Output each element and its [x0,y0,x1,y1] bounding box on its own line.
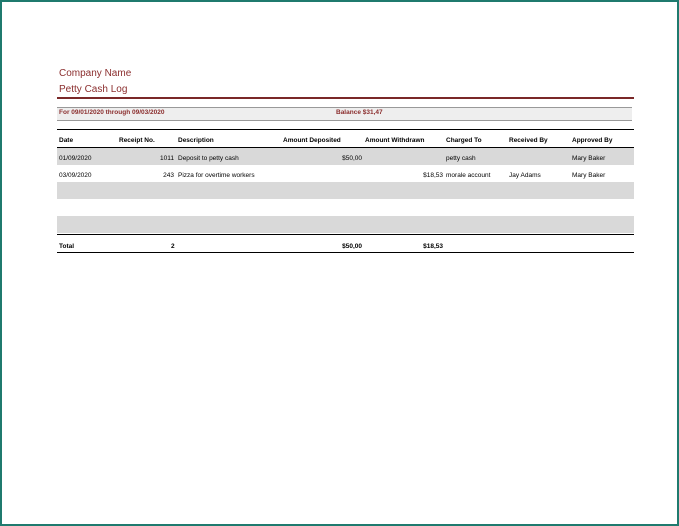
table-row-band [57,216,634,233]
column-header-amount-withdrawn: Amount Withdrawn [365,137,425,144]
total-deposited: $50,00 [342,243,362,250]
table-row-band [57,182,634,199]
table-row-1-description: Deposit to petty cash [178,155,239,162]
header-top-rule [57,129,634,130]
table-row-1-approved-by: Mary Baker [572,155,606,162]
page-frame: Company Name Petty Cash Log For 09/01/20… [0,0,679,526]
table-row-1-charged-to: petty cash [446,155,476,162]
total-receipt-count: 2 [171,243,175,250]
column-header-date: Date [59,137,74,144]
column-header-description: Description [178,137,214,144]
table-row-1-deposited: $50,00 [342,155,362,162]
table-row-1-date: 01/09/2020 [59,155,92,162]
total-label: Total [59,243,75,250]
period-range: For 09/01/2020 through 09/03/2020 [59,109,165,116]
table-row-2-description: Pizza for overtime workers [178,172,255,179]
column-header-charged-to: Charged To [446,137,482,144]
total-withdrawn: $18,53 [423,243,443,250]
column-header-approved-by: Approved By [572,137,613,144]
column-header-receipt: Receipt No. [119,137,155,144]
company-name: Company Name [59,68,132,79]
table-row-2-received-by: Jay Adams [509,172,541,179]
column-header-amount-deposited: Amount Deposited [283,137,341,144]
document-title: Petty Cash Log [59,84,128,95]
table-row-2-approved-by: Mary Baker [572,172,606,179]
column-header-received-by: Received By [509,137,548,144]
table-row-2-charged-to: morale account [446,172,491,179]
table-row-2-withdrawn: $18,53 [423,172,443,179]
title-divider [57,97,634,99]
total-bottom-rule [57,252,634,253]
balance-value: Balance $31,47 [336,109,383,116]
table-row-2-receipt: 243 [163,172,174,179]
table-row-1-receipt: 1011 [160,155,174,162]
total-top-rule [57,234,634,235]
table-row-2-date: 03/09/2020 [59,172,92,179]
